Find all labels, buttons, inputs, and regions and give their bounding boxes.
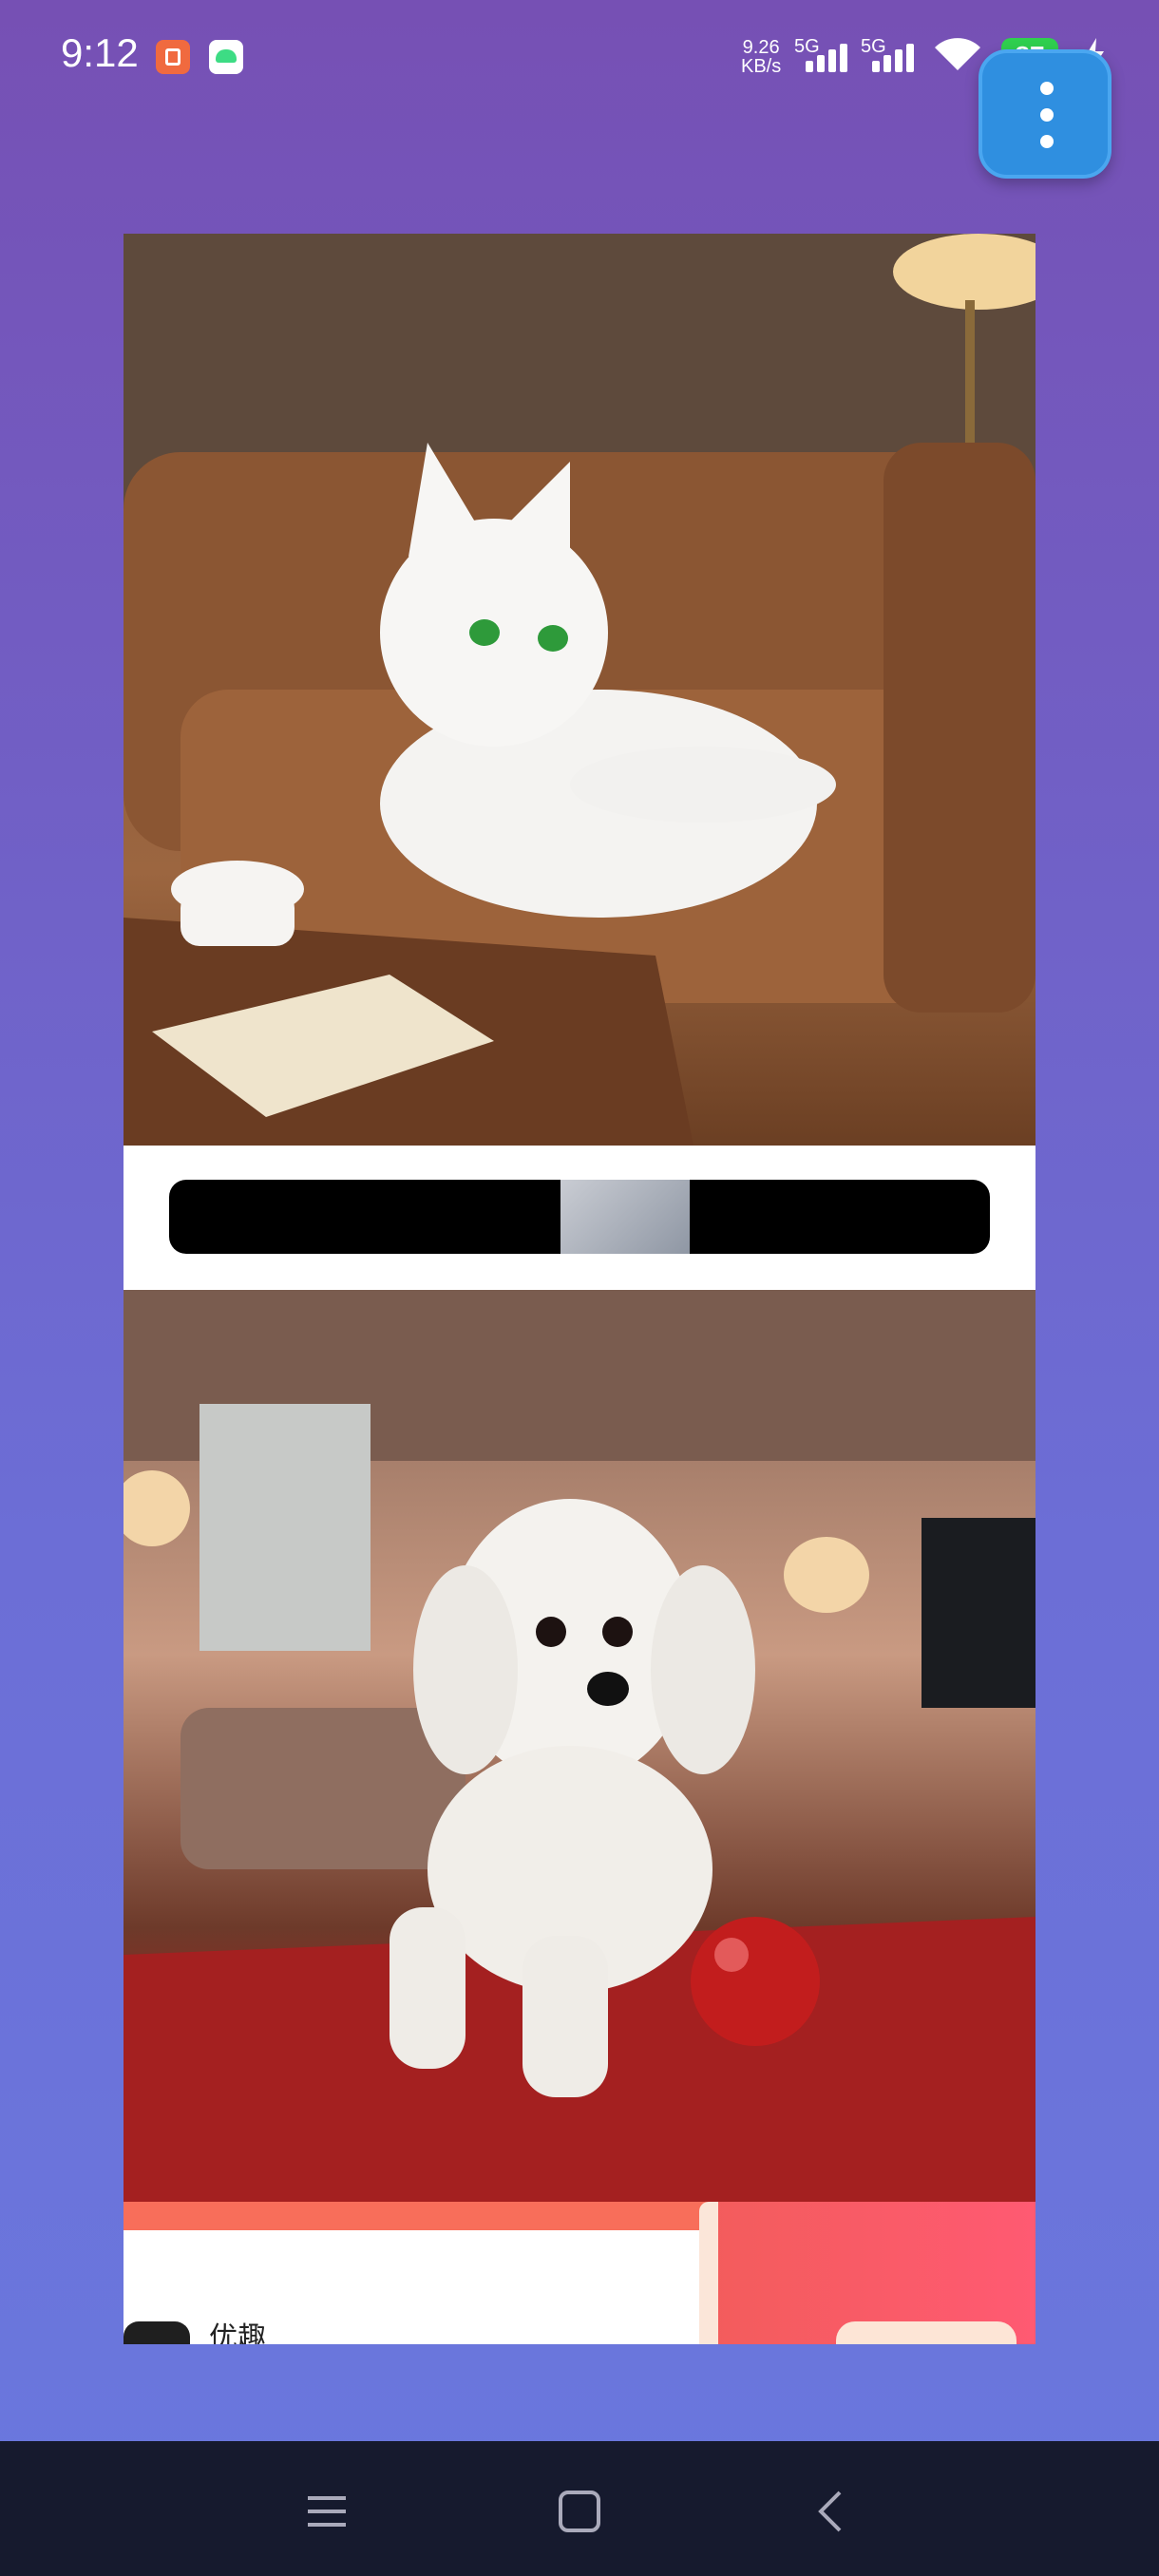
more-vert-icon [1040,82,1054,95]
poodle-image[interactable] [124,1290,1036,2202]
app-label: 优趣 [209,2322,266,2344]
home-icon[interactable] [557,2489,602,2534]
clock: 9:12 [61,30,139,75]
app-logo-icon [124,2321,190,2344]
promo-card[interactable]: 优趣 [124,2202,1036,2344]
promo-action-button[interactable] [836,2321,1016,2344]
back-icon[interactable] [809,2489,855,2534]
network-speed-value: 9.26 [742,37,780,58]
ad-thumbnail[interactable] [560,1180,690,1254]
poodle-illustration [124,1290,1036,2202]
signal-icon-2 [872,44,922,72]
menu-icon[interactable] [304,2489,350,2534]
cat-illustration [124,234,1036,1146]
wifi-icon [935,38,980,70]
ad-banner[interactable] [169,1180,990,1254]
network-speed: 9.26 KB/s [741,38,781,76]
more-options-button[interactable] [978,49,1112,179]
android-icon [209,40,243,74]
cat-image[interactable] [124,234,1036,1146]
signal-icon [806,44,855,72]
network-speed-unit: KB/s [741,56,782,77]
system-nav-bar [0,2441,1159,2576]
feed-container[interactable]: 优趣 [124,234,1036,2344]
notification-app-icon [156,40,190,74]
